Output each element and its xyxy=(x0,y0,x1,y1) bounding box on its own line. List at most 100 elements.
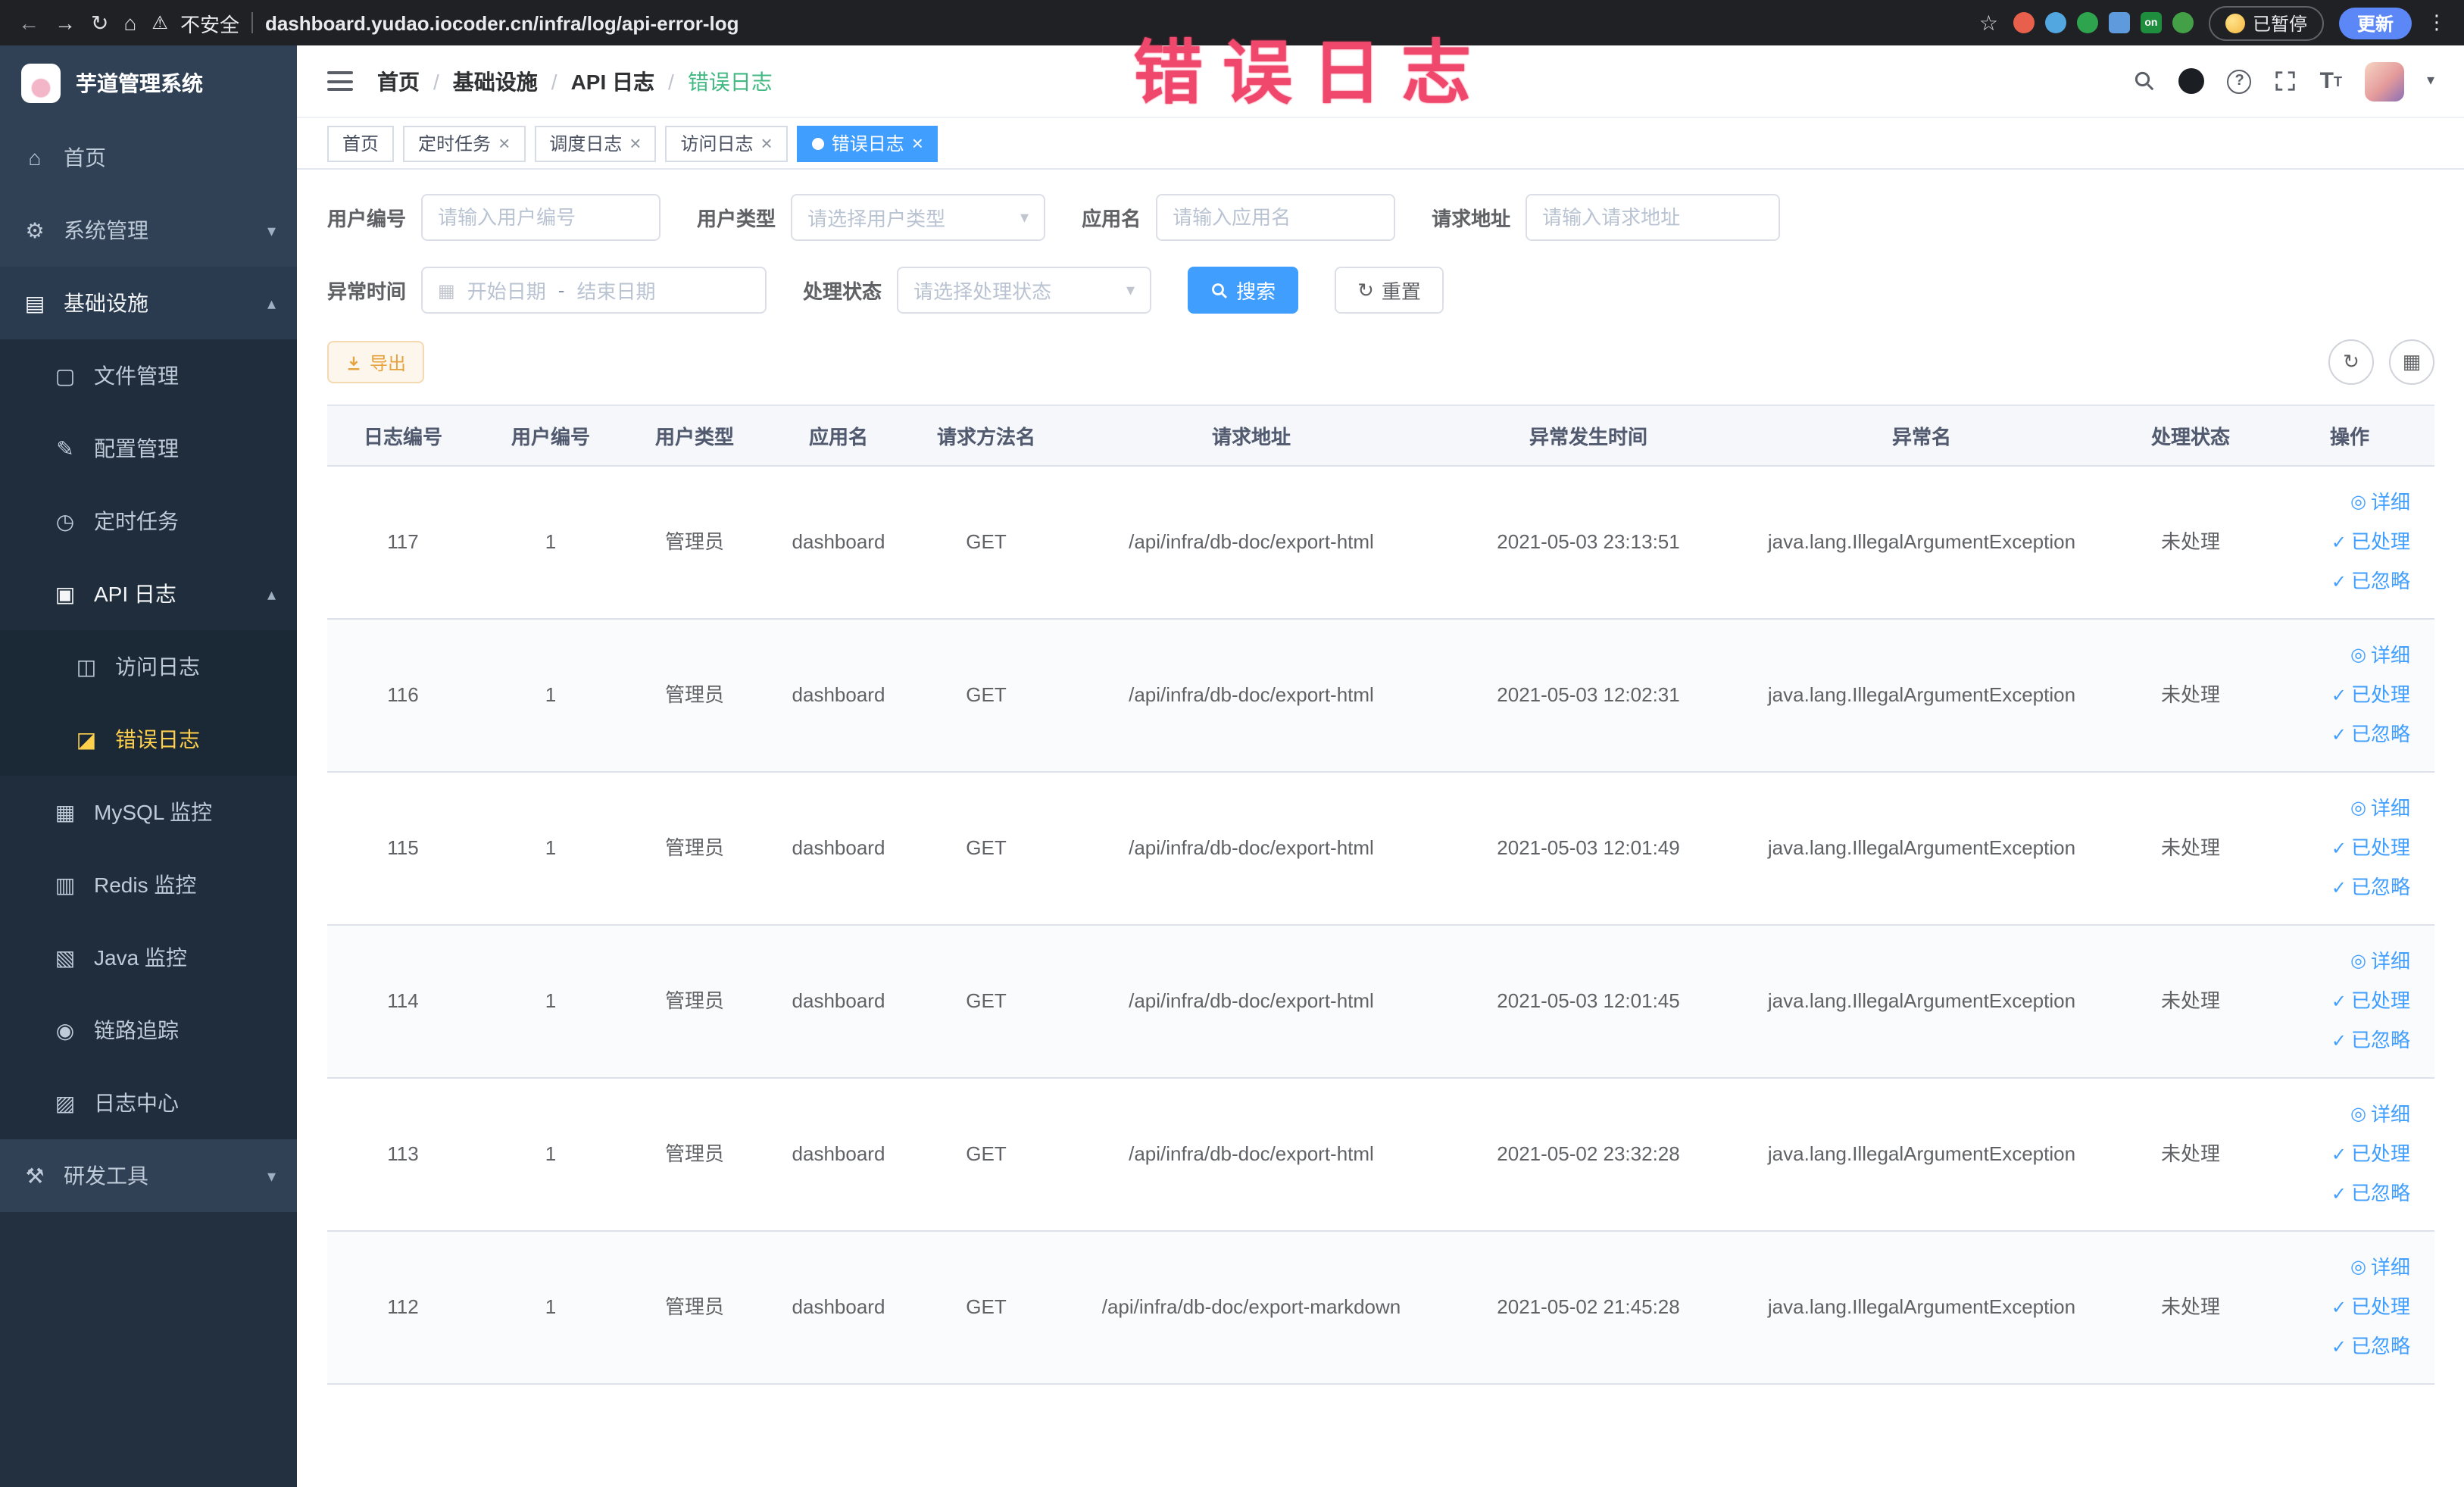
user-avatar[interactable] xyxy=(2364,61,2404,101)
extension-icon[interactable] xyxy=(2108,12,2130,33)
mark-ignored-link[interactable]: ✓ 已忽略 xyxy=(2331,874,2410,901)
mark-ignored-link[interactable]: ✓ 已忽略 xyxy=(2331,1180,2410,1207)
tab-item[interactable]: 错误日志 × xyxy=(796,125,938,161)
refresh-button[interactable]: ↻ xyxy=(2328,339,2374,385)
sidebar-item-scheduled-jobs[interactable]: ◷ 定时任务 xyxy=(0,485,297,558)
tab-close-icon[interactable]: × xyxy=(498,133,510,153)
forward-icon[interactable]: → xyxy=(55,12,76,33)
fullscreen-icon[interactable] xyxy=(2275,70,2297,92)
tab-close-icon[interactable]: × xyxy=(629,133,641,153)
sidebar-toggle-icon[interactable] xyxy=(327,71,353,91)
check-icon: ✓ xyxy=(2331,837,2347,859)
detail-link[interactable]: ◎ 详细 xyxy=(2350,948,2410,975)
process-status-select[interactable]: 请选择处理状态 ▾ xyxy=(897,267,1152,314)
sidebar-item-system-mgmt[interactable]: ⚙ 系统管理 ▾ xyxy=(0,194,297,267)
search-icon[interactable] xyxy=(2134,70,2156,92)
sidebar-item-error-log[interactable]: ◪ 错误日志 xyxy=(0,703,297,776)
sidebar-item-infrastructure[interactable]: ▤ 基础设施 ▴ xyxy=(0,267,297,339)
address-bar[interactable]: ⚠ 不安全 dashboard.yudao.iocoder.cn/infra/l… xyxy=(151,8,1963,37)
sidebar-item-log-center[interactable]: ▨ 日志中心 xyxy=(0,1067,297,1139)
sidebar-item-access-log[interactable]: ◫ 访问日志 xyxy=(0,630,297,703)
mark-ignored-link[interactable]: ✓ 已忽略 xyxy=(2331,1027,2410,1054)
app-name-input[interactable] xyxy=(1156,194,1396,241)
sidebar-item-tracing[interactable]: ◉ 链路追踪 xyxy=(0,994,297,1067)
mark-processed-link[interactable]: ✓ 已处理 xyxy=(2331,682,2410,709)
tab-item[interactable]: 调度日志 × xyxy=(534,125,657,161)
bookmark-star-icon[interactable]: ☆ xyxy=(1979,12,1998,33)
detail-link[interactable]: ◎ 详细 xyxy=(2350,1101,2410,1128)
error-log-icon: ◪ xyxy=(76,726,97,751)
mark-processed-link[interactable]: ✓ 已处理 xyxy=(2331,1141,2410,1168)
tab-close-icon[interactable]: × xyxy=(912,133,923,153)
detail-link[interactable]: ◎ 详细 xyxy=(2350,642,2410,669)
extension-icon[interactable]: on xyxy=(2140,12,2162,33)
column-settings-button[interactable]: ▦ xyxy=(2389,339,2434,385)
tab-item[interactable]: 首页 xyxy=(327,125,395,161)
user-type-select[interactable]: 请选择用户类型 ▾ xyxy=(791,194,1046,241)
avatar-caret-icon[interactable]: ▾ xyxy=(2427,73,2434,89)
browser-home-icon[interactable]: ⌂ xyxy=(123,12,136,33)
extension-icon[interactable] xyxy=(2044,12,2066,33)
github-icon[interactable] xyxy=(2178,68,2205,94)
export-button-label: 导出 xyxy=(370,352,407,373)
back-icon[interactable]: ← xyxy=(18,12,39,33)
cell-request-url: /api/infra/db-doc/export-html xyxy=(1129,989,1374,1012)
tab-item[interactable]: 定时任务 × xyxy=(403,125,526,161)
cell-error-time: 2021-05-02 23:32:28 xyxy=(1497,1142,1680,1165)
browser-menu-icon[interactable]: ⋮ xyxy=(2427,11,2447,35)
sidebar-item-label: 访问日志 xyxy=(115,654,200,679)
breadcrumb-item[interactable]: 基础设施 xyxy=(453,66,538,96)
sidebar-logo[interactable]: 芋道管理系统 xyxy=(0,45,297,121)
export-button[interactable]: 导出 xyxy=(327,341,425,383)
reload-icon[interactable]: ↻ xyxy=(91,12,108,33)
eye-icon: ◎ xyxy=(2350,950,2366,972)
cell-request-url: /api/infra/db-doc/export-html xyxy=(1129,683,1374,706)
font-size-icon[interactable]: TT xyxy=(2320,68,2342,94)
sidebar-item-api-log[interactable]: ▣ API 日志 ▴ xyxy=(0,558,297,630)
mark-processed-link[interactable]: ✓ 已处理 xyxy=(2331,835,2410,862)
check-icon: ✓ xyxy=(2331,1335,2347,1357)
request-url-input[interactable] xyxy=(1526,194,1781,241)
header-actions: ? TT ▾ xyxy=(2134,61,2434,101)
mark-ignored-link[interactable]: ✓ 已忽略 xyxy=(2331,1333,2410,1360)
sidebar-item-mysql-monitor[interactable]: ▦ MySQL 监控 xyxy=(0,776,297,848)
sidebar-item-label: 研发工具 xyxy=(64,1164,148,1188)
breadcrumb-item[interactable]: API 日志 xyxy=(571,66,654,96)
detail-link[interactable]: ◎ 详细 xyxy=(2350,1254,2410,1281)
error-time-range-picker[interactable]: ▦ 开始日期 - 结束日期 xyxy=(421,267,767,314)
sidebar-item-redis-monitor[interactable]: ▥ Redis 监控 xyxy=(0,848,297,921)
tab-close-icon[interactable]: × xyxy=(761,133,773,153)
error-log-table: 日志编号 用户编号 用户类型 应用名 请求方法名 请求地址 异常发生时间 异常名 处理状态 操作 … xyxy=(327,405,2434,1385)
extension-icon[interactable] xyxy=(2013,12,2035,33)
search-button[interactable]: 搜索 xyxy=(1188,267,1299,314)
breadcrumb-item[interactable]: 首页 xyxy=(377,66,420,96)
sidebar-item-dev-tools[interactable]: ⚒ 研发工具 ▾ xyxy=(0,1139,297,1212)
breadcrumb-item[interactable]: 错误日志 xyxy=(688,66,773,96)
extension-icon[interactable] xyxy=(2172,12,2194,33)
tab-item[interactable]: 访问日志 × xyxy=(665,125,788,161)
cell-user-type: 管理员 xyxy=(664,530,724,553)
eye-icon: ◎ xyxy=(2350,491,2366,513)
mark-processed-link[interactable]: ✓ 已处理 xyxy=(2331,1294,2410,1321)
sidebar-item-home[interactable]: ⌂ 首页 xyxy=(0,121,297,194)
update-button[interactable]: 更新 xyxy=(2338,7,2412,39)
filter-row-2: 异常时间 ▦ 开始日期 - 结束日期 处理状态 请选择处理状态 ▾ 搜索 ↻ 重… xyxy=(327,267,2434,314)
paused-button[interactable]: 已暂停 xyxy=(2208,5,2324,40)
check-icon: ✓ xyxy=(2331,990,2347,1012)
help-icon[interactable]: ? xyxy=(2227,69,2252,93)
url-text[interactable]: dashboard.yudao.iocoder.cn/infra/log/api… xyxy=(265,11,739,34)
sidebar-item-java-monitor[interactable]: ▧ Java 监控 xyxy=(0,921,297,994)
extension-icon[interactable] xyxy=(2076,12,2098,33)
mark-processed-link[interactable]: ✓ 已处理 xyxy=(2331,988,2410,1015)
detail-link[interactable]: ◎ 详细 xyxy=(2350,489,2410,516)
mark-ignored-link[interactable]: ✓ 已忽略 xyxy=(2331,568,2410,595)
access-log-icon: ◫ xyxy=(76,654,97,678)
sidebar-item-config-mgmt[interactable]: ✎ 配置管理 xyxy=(0,412,297,485)
sidebar-item-file-mgmt[interactable]: ▢ 文件管理 xyxy=(0,339,297,412)
mark-ignored-link[interactable]: ✓ 已忽略 xyxy=(2331,721,2410,748)
action-label: 详细 xyxy=(2370,1102,2410,1126)
reset-button[interactable]: ↻ 重置 xyxy=(1335,267,1444,314)
detail-link[interactable]: ◎ 详细 xyxy=(2350,795,2410,822)
user-id-input[interactable] xyxy=(421,194,661,241)
mark-processed-link[interactable]: ✓ 已处理 xyxy=(2331,529,2410,556)
